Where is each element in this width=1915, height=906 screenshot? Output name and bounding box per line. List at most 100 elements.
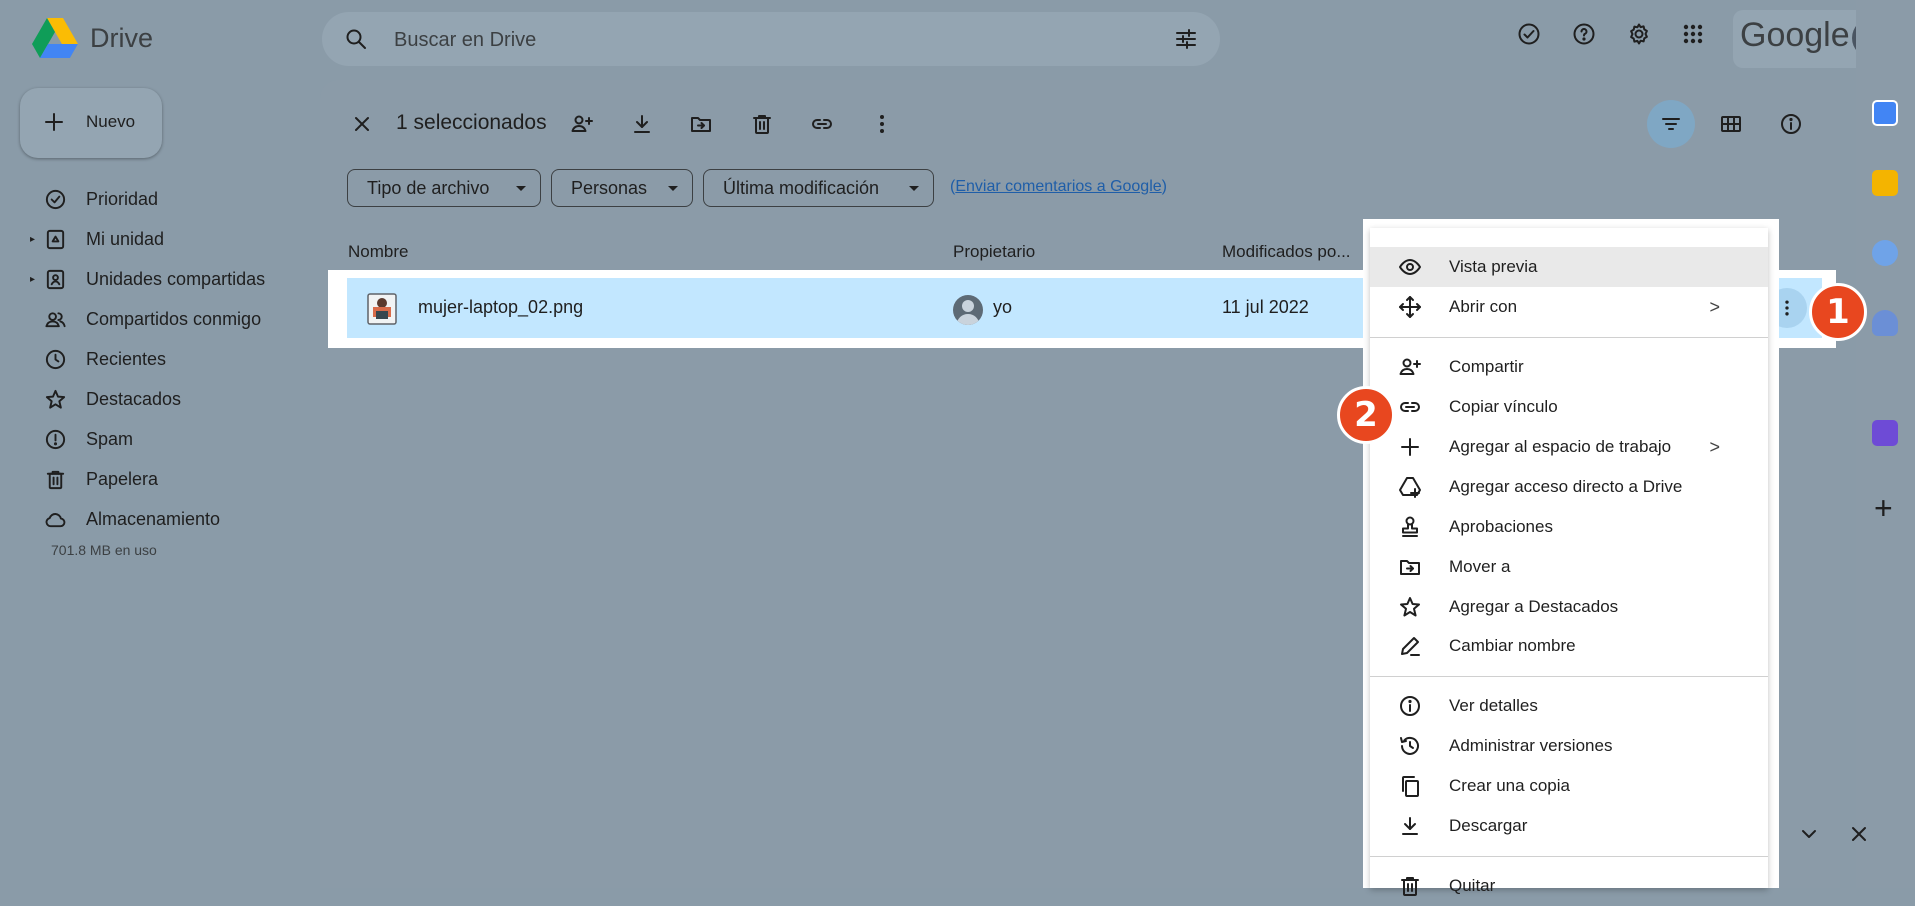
menu-item-view-details[interactable]: Ver detalles: [1370, 686, 1768, 726]
stamp-icon: [1398, 515, 1422, 539]
menu-item-label: Administrar versiones: [1449, 736, 1613, 755]
ready-for-offline-icon[interactable]: [1517, 22, 1541, 46]
menu-item-add-to-workspace[interactable]: Agregar al espacio de trabajo >: [1370, 427, 1768, 467]
menu-item-download[interactable]: Descargar: [1370, 806, 1768, 846]
chevron-down-icon[interactable]: [1797, 822, 1821, 846]
menu-item-share[interactable]: Compartir: [1370, 347, 1768, 387]
menu-item-label: Agregar acceso directo a Drive: [1449, 477, 1683, 496]
menu-item-manage-versions[interactable]: Administrar versiones: [1370, 726, 1768, 766]
search-options-icon[interactable]: [1174, 27, 1198, 51]
expand-caret-icon[interactable]: ▸: [30, 274, 35, 285]
pencil-icon: [1398, 634, 1422, 658]
menu-item-remove[interactable]: Quitar: [1370, 866, 1768, 906]
search-input[interactable]: [392, 24, 1096, 56]
drive-logo[interactable]: Drive: [32, 18, 153, 58]
menu-item-open-with[interactable]: Abrir con >: [1370, 287, 1768, 327]
expand-caret-icon[interactable]: ▸: [30, 234, 35, 245]
plus-icon: [1398, 435, 1422, 459]
apps-grid-icon[interactable]: [1681, 22, 1705, 46]
person-add-icon: [1398, 355, 1422, 379]
menu-item-label: Cambiar nombre: [1449, 636, 1576, 655]
column-header-name[interactable]: Nombre: [348, 242, 408, 262]
step-marker-2: 2: [1337, 386, 1395, 444]
menu-item-add-starred[interactable]: Agregar a Destacados: [1370, 587, 1768, 627]
menu-divider: [1370, 676, 1768, 677]
sidebar-item-trash[interactable]: Papelera: [0, 459, 320, 499]
search-icon[interactable]: [344, 27, 368, 51]
add-addon-plus-icon[interactable]: +: [1874, 490, 1893, 527]
column-header-owner[interactable]: Propietario: [953, 242, 1035, 262]
new-button[interactable]: Nuevo: [20, 88, 162, 158]
sidebar-item-my-drive[interactable]: ▸ Mi unidad: [0, 219, 320, 259]
plus-icon: [42, 110, 66, 134]
drive-shortcut-icon: [1398, 475, 1422, 499]
drive-logo-icon: [32, 18, 78, 58]
more-actions-icon[interactable]: [870, 112, 894, 136]
clear-selection-close-icon[interactable]: [350, 112, 374, 136]
sidebar-item-label: Spam: [86, 428, 134, 449]
menu-item-approvals[interactable]: Aprobaciones: [1370, 507, 1768, 547]
info-icon: [1398, 694, 1422, 718]
sidebar-item-shared-with-me[interactable]: Compartidos conmigo: [0, 299, 320, 339]
owner-avatar: [953, 295, 983, 325]
share-person-add-icon[interactable]: [570, 112, 594, 136]
cloud-icon: [44, 508, 67, 531]
sidebar-item-recent[interactable]: Recientes: [0, 339, 320, 379]
menu-item-label: Ver detalles: [1449, 696, 1538, 715]
download-icon[interactable]: [630, 112, 654, 136]
check-circle-icon: [44, 188, 67, 211]
clock-icon: [44, 348, 67, 371]
sidebar-item-shared-drives[interactable]: ▸ Unidades compartidas: [0, 259, 320, 299]
move-to-folder-icon[interactable]: [689, 112, 713, 136]
filter-chip-people[interactable]: Personas: [551, 169, 693, 207]
search-bar[interactable]: [322, 12, 1220, 66]
grid-view-button[interactable]: [1707, 100, 1755, 148]
filter-chip-last-modified[interactable]: Última modificación: [703, 169, 934, 207]
shared-drives-icon: [44, 268, 67, 291]
sidebar-item-starred[interactable]: Destacados: [0, 379, 320, 419]
menu-item-label: Vista previa: [1449, 257, 1538, 276]
filter-chip-file-type[interactable]: Tipo de archivo: [347, 169, 541, 207]
close-icon[interactable]: [1847, 822, 1871, 846]
tasks-icon[interactable]: [1872, 240, 1898, 266]
menu-item-preview[interactable]: Vista previa: [1370, 247, 1768, 287]
column-header-modified[interactable]: Modificados po...: [1222, 242, 1351, 262]
app-name: Drive: [90, 22, 154, 53]
file-modified-date: 11 jul 2022: [1222, 297, 1309, 317]
trash-icon: [44, 468, 67, 491]
trash-icon[interactable]: [750, 112, 774, 136]
details-button[interactable]: [1767, 100, 1815, 148]
sidebar-item-label: Destacados: [86, 388, 182, 409]
settings-gear-icon[interactable]: [1627, 22, 1651, 46]
menu-item-make-copy[interactable]: Crear una copia: [1370, 766, 1768, 806]
feedback-link-group: (Enviar comentarios a Google): [950, 178, 1167, 196]
step-marker-1: 1: [1809, 283, 1867, 341]
file-owner: yo: [993, 297, 1013, 317]
contacts-icon[interactable]: [1872, 310, 1898, 336]
chip-label: Última modificación: [723, 177, 880, 198]
keep-icon[interactable]: [1872, 170, 1898, 196]
sidebar-item-storage[interactable]: Almacenamiento: [0, 499, 320, 539]
help-icon[interactable]: [1572, 22, 1596, 46]
chip-label: Tipo de archivo: [367, 177, 490, 198]
menu-item-rename[interactable]: Cambiar nombre: [1370, 626, 1768, 666]
menu-item-move-to[interactable]: Mover a: [1370, 547, 1768, 587]
filter-toggle-button[interactable]: [1647, 100, 1695, 148]
filter-icon: [1659, 112, 1683, 136]
chatgpt-extension-icon[interactable]: [1872, 420, 1898, 446]
dropdown-arrow-icon: [909, 186, 919, 191]
folder-move-icon: [1398, 555, 1422, 579]
calendar-icon[interactable]: [1872, 100, 1898, 126]
dropdown-arrow-icon: [516, 186, 526, 191]
file-name[interactable]: mujer-laptop_02.png: [418, 297, 583, 318]
menu-item-copy-link[interactable]: Copiar vínculo: [1370, 387, 1768, 427]
sidebar-item-label: Papelera: [86, 468, 159, 489]
menu-item-add-shortcut[interactable]: Agregar acceso directo a Drive: [1370, 467, 1768, 507]
chip-label: Personas: [571, 177, 648, 198]
send-feedback-link[interactable]: Enviar comentarios a Google: [955, 178, 1161, 195]
menu-item-label: Mover a: [1449, 557, 1511, 576]
menu-item-label: Descargar: [1449, 816, 1528, 835]
sidebar-item-spam[interactable]: Spam: [0, 419, 320, 459]
sidebar-item-priority[interactable]: Prioridad: [0, 179, 320, 219]
link-icon[interactable]: [810, 112, 834, 136]
